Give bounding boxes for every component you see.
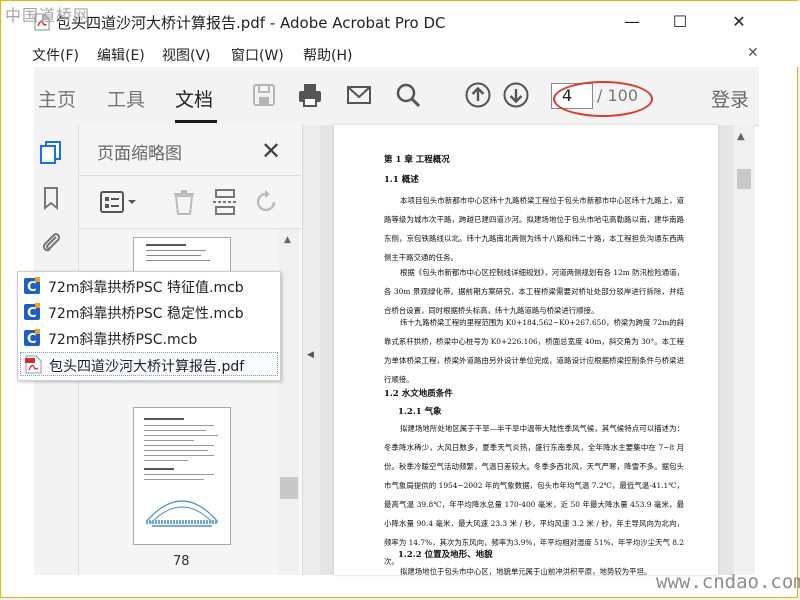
thumbnail-page-number: 78	[173, 554, 190, 569]
scroll-up-arrow-icon[interactable]: ▲	[737, 131, 745, 142]
document-viewer[interactable]: 第 1 章 工程概况 1.1 概述 本项目包头市新都市中心区纬十九路桥梁工程位于…	[320, 125, 733, 575]
menu-window[interactable]: 窗口(W)	[231, 45, 284, 65]
file-list-overlay: C 72m斜靠拱桥PSC 特征值.mcb C 72m斜靠拱桥PSC 稳定性.mc…	[17, 271, 281, 381]
app-window: 包头四道沙河大桥计算报告.pdf - Adobe Acrobat Pro DC …	[0, 0, 800, 598]
section-heading: 1.2 水文地质条件	[384, 389, 453, 399]
svg-text:C: C	[27, 306, 37, 321]
attachment-icon[interactable]	[38, 229, 64, 255]
file-name: 72m斜靠拱桥PSC.mcb	[48, 332, 198, 348]
pdf-page: 第 1 章 工程概况 1.1 概述 本项目包头市新都市中心区纬十九路桥梁工程位于…	[334, 125, 718, 575]
file-item[interactable]: C 72m斜靠拱桥PSC 特征值.mcb	[20, 274, 278, 298]
menu-file[interactable]: 文件(F)	[32, 45, 79, 65]
collapse-arrow-icon[interactable]: ◀	[307, 350, 314, 360]
file-item[interactable]: C 72m斜靠拱桥PSC.mcb	[20, 326, 278, 350]
menu-help[interactable]: 帮助(H)	[303, 45, 352, 65]
menu-view[interactable]: 视图(V)	[162, 45, 211, 65]
midas-file-icon: C	[24, 277, 40, 295]
document-scrollbar[interactable]: ▲	[733, 125, 755, 575]
svg-text:C: C	[27, 332, 37, 347]
delete-icon[interactable]	[171, 188, 197, 216]
subsection-heading: 1.2.1 气象	[398, 407, 442, 417]
paragraph: 纬十九路桥梁工程的里程范围为 K0+184.562~K0+267.650，桥梁为…	[384, 318, 684, 384]
bridge-diagram-thumbnail	[145, 500, 219, 527]
close-window-button[interactable]: ✕	[727, 10, 751, 34]
next-page-icon[interactable]	[502, 81, 530, 109]
scroll-up-arrow-icon[interactable]: ▲	[284, 235, 291, 245]
panel-close-button[interactable]: ✕	[261, 137, 281, 165]
watermark-bottom: www.cndao.com	[656, 571, 800, 593]
red-highlight-ellipse	[553, 81, 653, 117]
rotate-icon[interactable]	[253, 188, 281, 216]
panel-toolbar	[79, 175, 301, 229]
save-icon[interactable]	[250, 81, 278, 109]
title-bar: 包头四道沙河大桥计算报告.pdf - Adobe Acrobat Pro DC …	[1, 1, 800, 43]
print-icon[interactable]	[296, 81, 324, 109]
thumbnail-scrollbar[interactable]: ▲	[279, 229, 299, 575]
email-icon[interactable]	[345, 81, 373, 109]
pdf-file-icon	[25, 355, 42, 374]
tab-tools[interactable]: 工具	[107, 85, 145, 112]
window-title: 包头四道沙河大桥计算报告.pdf - Adobe Acrobat Pro DC	[56, 14, 446, 32]
tab-document[interactable]: 文档	[175, 85, 213, 112]
thumbnail-page-78[interactable]	[133, 407, 231, 545]
menu-bar: 文件(F) 编辑(E) 视图(V) 窗口(W) 帮助(H) ✕	[1, 43, 800, 67]
file-name: 72m斜靠拱桥PSC 稳定性.mcb	[48, 306, 244, 322]
page-thumbnails-icon[interactable]	[38, 139, 64, 165]
midas-file-icon: C	[24, 329, 40, 347]
bookmark-icon[interactable]	[38, 185, 64, 211]
active-tab-indicator	[175, 120, 217, 123]
document-scroll-thumb[interactable]	[737, 169, 751, 189]
minimize-button[interactable]: —	[620, 10, 644, 34]
file-name: 包头四道沙河大桥计算报告.pdf	[49, 359, 245, 375]
chapter-heading: 第 1 章 工程概况	[384, 155, 450, 165]
login-button[interactable]: 登录	[711, 85, 749, 112]
panel-title: 页面缩略图	[97, 144, 182, 164]
extract-pages-icon[interactable]	[211, 188, 239, 216]
panel-collapse-handle[interactable]: ◀	[302, 125, 321, 575]
file-item[interactable]: C 72m斜靠拱桥PSC 稳定性.mcb	[20, 300, 278, 324]
file-name: 72m斜靠拱桥PSC 特征值.mcb	[48, 280, 244, 296]
paragraph: 本项目包头市新都市中心区纬十九路桥梁工程位于包头市新都市中心区纬十九路上，道路等…	[384, 196, 684, 262]
section-heading: 1.1 概述	[384, 175, 419, 185]
maximize-button[interactable]: ☐	[668, 10, 692, 34]
options-menu-icon[interactable]	[99, 189, 139, 215]
watermark-top: 中国道桥网	[5, 6, 91, 25]
close-document-button[interactable]: ✕	[747, 45, 759, 61]
menu-edit[interactable]: 编辑(E)	[97, 45, 145, 65]
thumbnail-page[interactable]	[133, 237, 231, 275]
file-item-selected[interactable]: 包头四道沙河大桥计算报告.pdf	[20, 352, 278, 376]
paragraph: 根据《包头市新都市中心区控制线详细规划》，河道两侧规划有各 12m 防汛检险通道…	[384, 268, 684, 315]
subsection-heading: 1.2.2 位置及地形、地貌	[398, 550, 493, 560]
tab-home[interactable]: 主页	[38, 85, 76, 112]
search-icon[interactable]	[394, 81, 422, 109]
svg-text:C: C	[27, 280, 37, 295]
thumbnail-scroll-thumb[interactable]	[280, 477, 298, 499]
paragraph: 拟建场地位于包头市中心区，地貌单元属于山前冲洪积平原，地势较为平坦。	[400, 567, 652, 575]
midas-file-icon: C	[24, 303, 40, 321]
previous-page-icon[interactable]	[464, 81, 492, 109]
